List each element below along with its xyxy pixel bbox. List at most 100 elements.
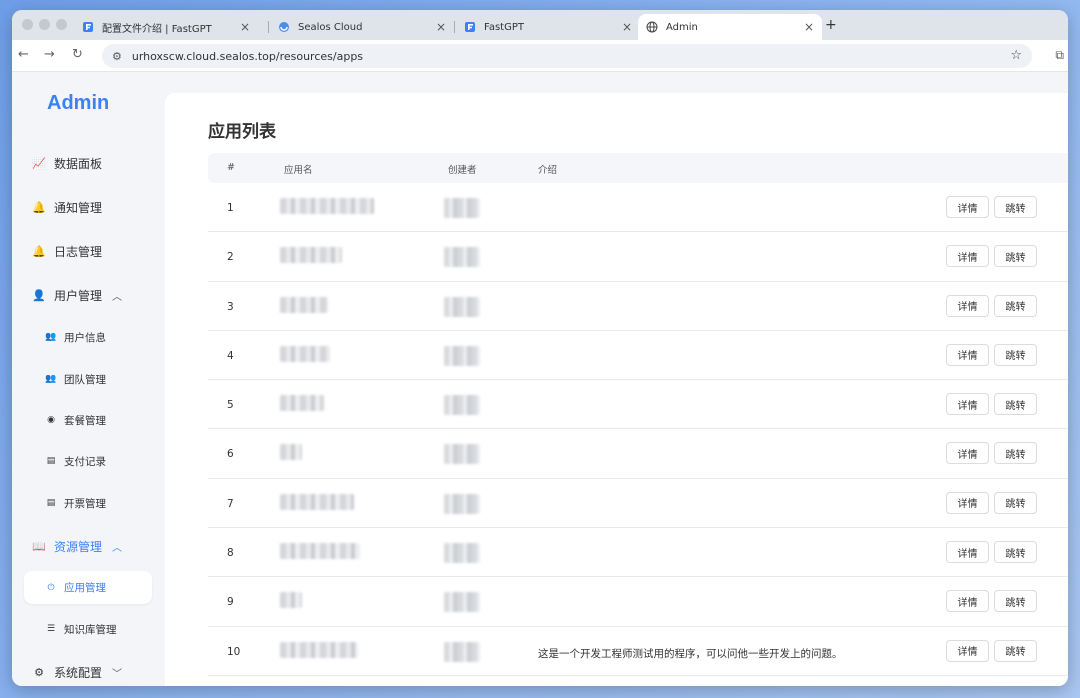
maximize-window-button[interactable] (56, 19, 67, 30)
sidebar-item-label: 通知管理 (54, 200, 103, 215)
close-icon[interactable]: × (240, 20, 250, 34)
close-icon[interactable]: × (436, 20, 446, 34)
jump-button[interactable]: 跳转 (994, 491, 1037, 514)
detail-button[interactable]: 详情 (946, 541, 989, 564)
bookmark-star-icon[interactable]: ☆ (1010, 48, 1022, 63)
fastgpt-icon (464, 21, 476, 33)
table-row: 9 详情 跳转 (208, 577, 1068, 627)
sidebar-item-apps[interactable]: ⏻ 应用管理 (24, 571, 152, 604)
sidebar-item-dashboard[interactable]: 📈 数据面板 (24, 148, 152, 178)
column-header-app-name: 应用名 (284, 165, 313, 176)
creator-redacted (444, 247, 480, 268)
jump-button[interactable]: 跳转 (994, 442, 1037, 465)
bell-icon: 🔔 (32, 244, 46, 258)
detail-button[interactable]: 详情 (946, 294, 989, 317)
close-window-button[interactable] (22, 19, 33, 30)
app-name-redacted (280, 345, 330, 362)
tab-sealos-cloud[interactable]: Sealos Cloud × (270, 14, 454, 40)
chevron-up-icon: ︿ (112, 542, 123, 554)
jump-button[interactable]: 跳转 (994, 343, 1037, 366)
table-row: 1 详情 跳转 (208, 183, 1068, 233)
sidebar-item-user-info[interactable]: 👥 用户信息 (24, 322, 152, 352)
jump-button[interactable]: 跳转 (994, 541, 1037, 564)
browser-toolbar: ← → ↻ ⚙ urhoxscw.cloud.sealos.top/resour… (12, 40, 1068, 72)
app-name-redacted (280, 641, 358, 658)
page-title: 应用列表 (208, 122, 276, 142)
detail-button[interactable]: 详情 (946, 245, 989, 268)
table-row: 7 详情 跳转 (208, 479, 1068, 529)
sidebar-item-label: 套餐管理 (64, 414, 106, 427)
jump-button[interactable]: 跳转 (994, 245, 1037, 268)
sidebar-item-packages[interactable]: ◉ 套餐管理 (24, 405, 152, 435)
back-icon[interactable]: ← (18, 47, 29, 62)
detail-button[interactable]: 详情 (946, 491, 989, 514)
detail-button[interactable]: 详情 (946, 590, 989, 613)
sidebar-item-label: 数据面板 (54, 156, 103, 171)
extensions-icon[interactable]: ⧉ (1055, 48, 1064, 63)
sidebar-item-users[interactable]: 👤 用户管理 ︿ (24, 280, 152, 310)
table-row: 4 详情 跳转 (208, 331, 1068, 381)
sidebar-item-label: 应用管理 (64, 582, 106, 594)
detail-button[interactable]: 详情 (946, 393, 989, 416)
address-bar[interactable]: ⚙ urhoxscw.cloud.sealos.top/resources/ap… (102, 44, 1032, 68)
tab-fastgpt[interactable]: FastGPT × (456, 14, 640, 40)
chevron-up-icon: ︿ (112, 291, 123, 303)
table-row: 5 详情 跳转 (208, 380, 1068, 430)
detail-button[interactable]: 详情 (946, 196, 989, 218)
jump-button[interactable]: 跳转 (994, 393, 1037, 416)
url-text: urhoxscw.cloud.sealos.top/resources/apps (131, 49, 364, 63)
minimize-window-button[interactable] (39, 19, 50, 30)
sidebar-item-teams[interactable]: 👥 团队管理 (24, 364, 152, 394)
user-info-icon: 👥 (45, 332, 57, 342)
tab-admin[interactable]: Admin × (638, 14, 822, 40)
creator-redacted (444, 444, 480, 465)
sidebar-item-invoices[interactable]: ▤ 开票管理 (24, 488, 152, 518)
window-controls (22, 19, 67, 30)
detail-button[interactable]: 详情 (946, 343, 989, 366)
detail-button[interactable]: 详情 (946, 442, 989, 465)
sidebar-item-logs[interactable]: 🔔 日志管理 (24, 236, 152, 266)
table-body: 1 详情 跳转 2 详情 跳转 3 详情 跳转 4 详情 跳转 5 详情 跳转 6 详情 跳转 7 详情 跳转 8 详情 跳转… (208, 183, 1068, 676)
jump-button[interactable]: 跳转 (994, 639, 1037, 662)
tab-title: 配置文件介绍 | FastGPT (102, 23, 212, 35)
column-header-intro: 介绍 (538, 165, 558, 176)
sidebar-item-system-config[interactable]: ⚙ 系统配置 ﹀ (24, 657, 152, 686)
new-tab-button[interactable]: + (825, 17, 837, 33)
chart-icon: 📈 (32, 156, 46, 170)
admin-app: Admin 📈 数据面板 🔔 通知管理 🔔 日志管理 👤 用户管理 ︿ 👥 用户… (12, 72, 1068, 686)
row-index: 1 (227, 202, 234, 214)
forward-icon[interactable]: → (44, 47, 55, 62)
creator-redacted (444, 345, 480, 366)
row-index: 6 (227, 448, 234, 461)
close-icon[interactable]: × (804, 20, 814, 34)
reload-icon[interactable]: ↻ (72, 47, 83, 62)
table-row: 10 这是一个开发工程师测试用的程序，可以问他一些开发上的问题。 详情 跳转 (208, 627, 1068, 676)
app-icon: ⏻ (47, 582, 55, 593)
sidebar-item-label: 日志管理 (54, 244, 103, 259)
site-settings-icon[interactable]: ⚙ (112, 50, 122, 63)
jump-button[interactable]: 跳转 (994, 294, 1037, 317)
row-index: 7 (227, 497, 234, 510)
sidebar-item-label: 开票管理 (64, 497, 106, 510)
jump-button[interactable]: 跳转 (994, 196, 1037, 218)
sidebar-item-payments[interactable]: ▤ 支付记录 (24, 446, 152, 476)
app-name-redacted (280, 296, 328, 313)
row-index: 4 (227, 349, 234, 362)
row-index: 3 (227, 300, 234, 313)
sidebar-item-knowledge-bases[interactable]: ☰ 知识库管理 (24, 614, 152, 644)
creator-redacted (444, 296, 480, 317)
sidebar-item-label: 用户信息 (64, 331, 106, 344)
tab-title: Sealos Cloud (298, 21, 363, 33)
sidebar-item-resources[interactable]: 📖 资源管理 ︿ (24, 531, 152, 561)
sidebar-item-label: 系统配置 (54, 665, 103, 680)
tab-title: Admin (666, 21, 698, 33)
app-name-redacted (280, 543, 360, 560)
sidebar: Admin 📈 数据面板 🔔 通知管理 🔔 日志管理 👤 用户管理 ︿ 👥 用户… (12, 72, 164, 686)
sidebar-item-notifications[interactable]: 🔔 通知管理 (24, 192, 152, 222)
bell-icon: 🔔 (32, 200, 46, 214)
close-icon[interactable]: × (622, 20, 632, 34)
gear-icon: ⚙ (34, 665, 44, 679)
detail-button[interactable]: 详情 (946, 639, 989, 662)
tab-fastgpt-docs[interactable]: 配置文件介绍 | FastGPT × (74, 14, 258, 40)
jump-button[interactable]: 跳转 (994, 590, 1037, 613)
